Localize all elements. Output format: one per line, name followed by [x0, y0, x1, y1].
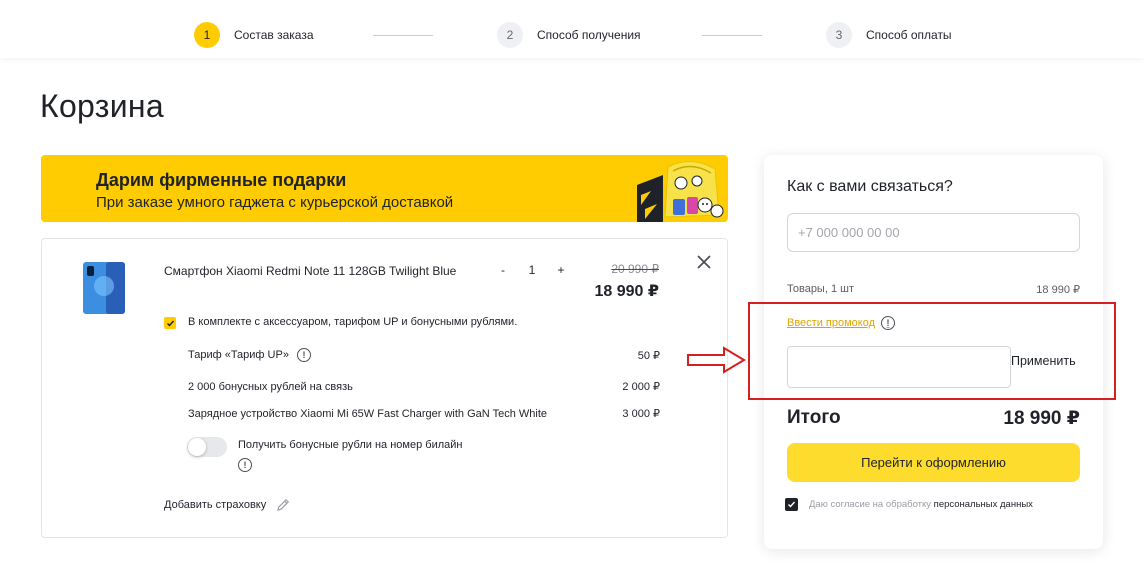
bundle-item-label: 2 000 бонусных рублей на связь — [188, 380, 353, 393]
bundle-item-charger: Зарядное устройство Xiaomi Mi 65W Fast C… — [188, 407, 660, 421]
bonus-toggle-label: Получить бонусные рубли на номер билайн — [238, 439, 463, 451]
toggle-knob — [188, 438, 206, 456]
consent-label: Даю согласие на обработку — [809, 499, 934, 510]
total-label: Итого — [787, 407, 841, 428]
bonus-toggle[interactable] — [187, 437, 227, 457]
step-payment-method: 3 Способ оплаты — [826, 22, 952, 48]
step-label: Способ оплаты — [866, 28, 952, 42]
info-icon[interactable]: ! — [296, 348, 311, 362]
step-label: Способ получения — [537, 28, 641, 42]
check-icon — [166, 320, 174, 327]
total-value: 18 990 ₽ — [1003, 408, 1080, 429]
bundle-label: В комплекте с аксессуаром, тарифом UP и … — [188, 316, 518, 328]
step-order-contents: 1 Состав заказа — [194, 22, 314, 48]
pencil-icon — [277, 498, 290, 511]
bundle-item-label-wrap: Тариф «Тариф UP»! — [188, 348, 311, 362]
personal-data-link[interactable]: персональных данных — [934, 499, 1033, 510]
checkout-button[interactable]: Перейти к оформлению — [787, 443, 1080, 482]
consent-text: Даю согласие на обработку персональных д… — [809, 499, 1033, 510]
cart-item-card: Смартфон Xiaomi Redmi Note 11 128GB Twil… — [41, 238, 728, 538]
step-divider — [373, 35, 433, 36]
bundle-item-tariff: Тариф «Тариф UP»! 50 ₽ — [188, 348, 660, 362]
qty-increase-button[interactable]: + — [555, 263, 567, 277]
bundle-checkbox[interactable] — [164, 317, 176, 329]
remove-item-close-icon[interactable] — [695, 253, 713, 271]
bundle-item-label: Тариф «Тариф UP» — [188, 348, 289, 361]
current-price: 18 990 ₽ — [594, 283, 659, 300]
promo-highlight-box — [748, 302, 1116, 400]
phone-input[interactable] — [787, 213, 1080, 252]
bundle-item-price: 50 ₽ — [637, 349, 660, 362]
contact-title: Как с вами связаться? — [787, 178, 953, 195]
goods-value: 18 990 ₽ — [1036, 284, 1080, 296]
step-label: Состав заказа — [234, 28, 314, 42]
goods-summary-row: Товары, 1 шт 18 990 ₽ — [787, 283, 1080, 296]
add-insurance-link[interactable]: Добавить страховку — [164, 498, 290, 512]
gift-promo-banner[interactable]: Дарим фирменные подарки При заказе умног… — [41, 155, 728, 222]
page-title: Корзина — [40, 88, 164, 124]
info-icon[interactable]: ! — [238, 458, 252, 472]
bundle-item-label: Зарядное устройство Xiaomi Mi 65W Fast C… — [188, 407, 547, 420]
product-name[interactable]: Смартфон Xiaomi Redmi Note 11 128GB Twil… — [164, 261, 474, 281]
consent-checkbox[interactable] — [785, 498, 798, 511]
quantity-stepper: - 1 + — [497, 263, 567, 277]
qty-value[interactable]: 1 — [517, 263, 547, 277]
old-price: 20 990 ₽ — [611, 262, 659, 276]
annotation-arrow-icon — [687, 346, 746, 374]
banner-subtitle: При заказе умного гаджета с курьерской д… — [96, 194, 454, 211]
step-number: 3 — [826, 22, 852, 48]
step-delivery-method: 2 Способ получения — [497, 22, 641, 48]
checkout-stepper: 1 Состав заказа 2 Способ получения 3 Спо… — [0, 0, 1144, 58]
bundle-item-bonus: 2 000 бонусных рублей на связь 2 000 ₽ — [188, 380, 660, 394]
qty-decrease-button[interactable]: - — [497, 263, 509, 277]
gift-backpack-illustration — [637, 161, 724, 222]
step-number: 2 — [497, 22, 523, 48]
step-number: 1 — [194, 22, 220, 48]
goods-label: Товары, 1 шт — [787, 283, 854, 295]
bundle-item-price: 2 000 ₽ — [622, 381, 660, 393]
check-icon — [788, 501, 796, 508]
bundle-item-price: 3 000 ₽ — [622, 408, 660, 420]
insurance-label: Добавить страховку — [164, 499, 267, 511]
product-image[interactable] — [81, 260, 127, 316]
banner-title: Дарим фирменные подарки — [96, 170, 347, 190]
step-divider — [702, 35, 762, 36]
